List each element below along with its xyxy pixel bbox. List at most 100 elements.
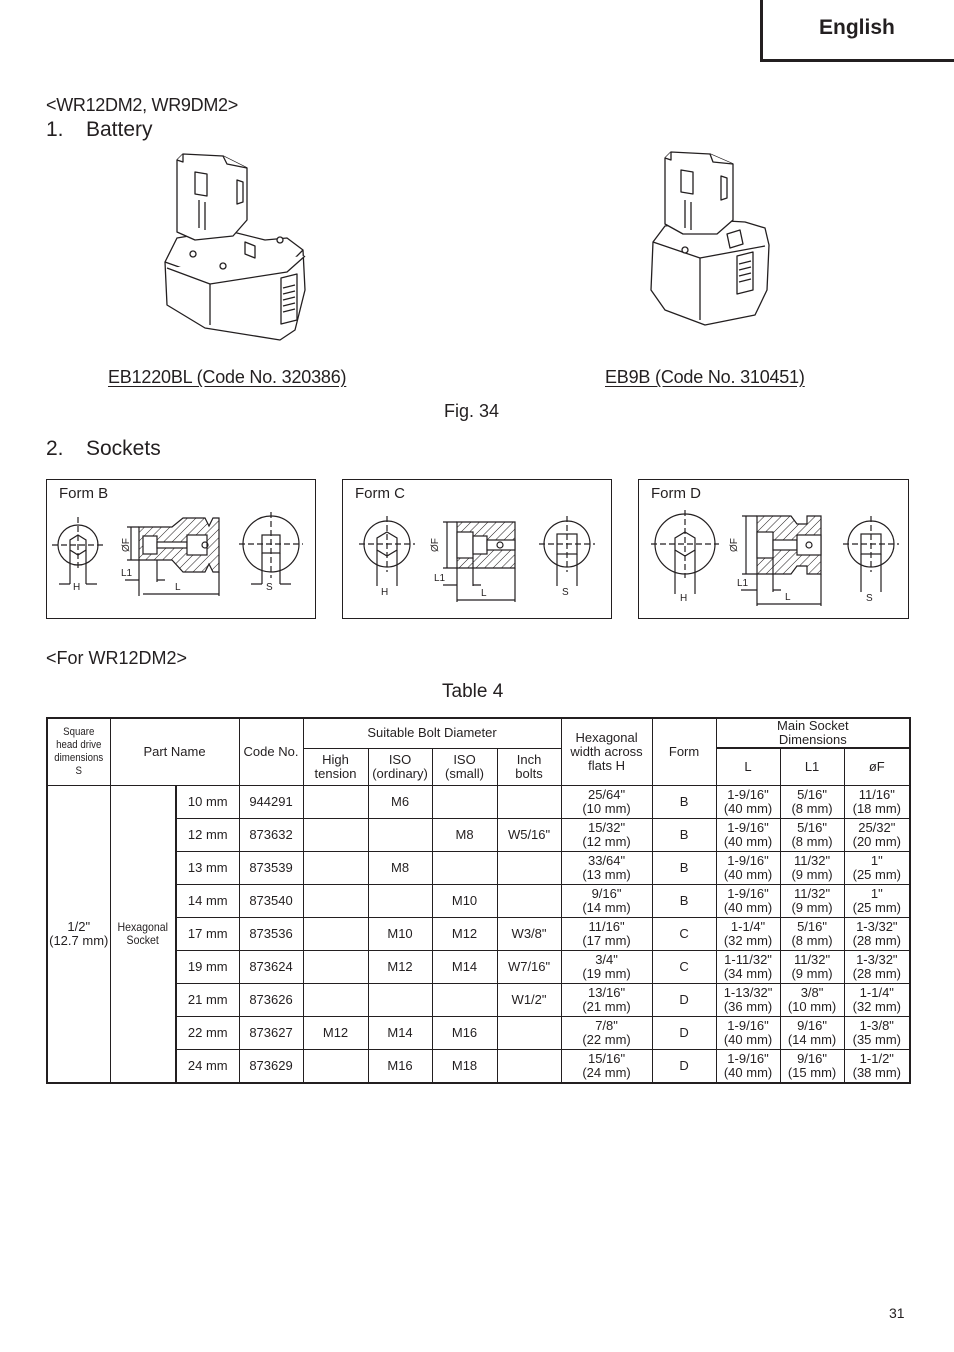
form: D — [651, 1048, 717, 1083]
dim-f: 1-1/4" (32 mm) — [843, 982, 911, 1017]
high-tension — [302, 817, 369, 852]
dim-label-l: L — [785, 592, 791, 603]
for-model-heading: <For WR12DM2> — [46, 648, 188, 668]
iso-small — [431, 850, 498, 885]
table-row: 1/2" (12.7 mm) Hexagonal Socket 10 mm 944291 M… — [46, 784, 911, 1083]
language-tab: English — [760, 0, 954, 62]
section-title: Battery — [86, 118, 153, 141]
inch-bolts: W3/8" — [496, 916, 562, 951]
hex-width: 33/64" (13 mm) — [560, 850, 653, 885]
socket-form-c-diagram: Form C H ØF L1 L S — [342, 479, 612, 619]
dim-l: 1-9/16" (40 mm) — [715, 883, 781, 918]
dim-label-l: L — [481, 588, 487, 599]
form: C — [651, 916, 717, 951]
page-number: 31 — [889, 1305, 905, 1321]
table-title: Table 4 — [442, 681, 504, 702]
hex-width: 3/4" (19 mm) — [560, 949, 653, 984]
socket-form-d-diagram: Form D H ØF L1 L S — [638, 479, 909, 619]
hex-width: 9/16" (14 mm) — [560, 883, 653, 918]
hex-width: 7/8" (22 mm) — [560, 1015, 653, 1050]
socket-size: 17 mm — [174, 916, 240, 951]
header-high-tension: High tension — [302, 747, 369, 786]
iso-ordinary: M12 — [367, 949, 433, 984]
socket-size: 14 mm — [174, 883, 240, 918]
battery-caption-eb9b: EB9B (Code No. 310451) — [605, 367, 805, 387]
dim-label-l1: L1 — [737, 578, 749, 589]
high-tension — [302, 916, 369, 951]
table-row: 13 mm 873539 M8 33/64" (13 mm) B 1-9/16" (40 mm… — [47, 850, 911, 885]
dim-label-h: H — [680, 593, 687, 604]
iso-ordinary: M8 — [367, 850, 433, 885]
dim-f: 1" (25 mm) — [843, 850, 911, 885]
header-form: Form — [651, 717, 717, 786]
dim-f: 1-3/32" (28 mm) — [843, 916, 911, 951]
code-no: 873627 — [238, 1015, 304, 1050]
inch-bolts — [496, 784, 562, 819]
hex-width: 15/16" (24 mm) — [560, 1048, 653, 1083]
dim-l1: 11/32" (9 mm) — [779, 850, 845, 885]
dim-f: 1-1/2" (38 mm) — [843, 1048, 911, 1083]
battery-eb1220bl-illustration — [164, 153, 306, 341]
iso-ordinary: M16 — [367, 1048, 433, 1083]
header-square-drive: Square head drive dimensions S — [46, 717, 111, 786]
form: C — [651, 949, 717, 984]
socket-spec-table: Square head drive dimensions S Part Name C… — [46, 717, 912, 1084]
inch-bolts — [496, 1015, 562, 1050]
header-suitable-bolt-diameter: Suitable Bolt Diameter — [302, 717, 562, 749]
square-drive-value: 1/2" (12.7 mm) — [46, 784, 111, 1083]
form: D — [651, 1015, 717, 1050]
header-part-name: Part Name — [109, 717, 240, 786]
dim-l1: 11/32" (9 mm) — [779, 883, 845, 918]
hex-width: 11/16" (17 mm) — [560, 916, 653, 951]
socket-form-d-drawing: H ØF L1 L S — [651, 510, 899, 606]
dim-l1: 9/16" (15 mm) — [779, 1048, 845, 1083]
socket-size: 13 mm — [174, 850, 240, 885]
dim-l1: 5/16" (8 mm) — [779, 784, 845, 819]
dim-l: 1-13/32" (36 mm) — [715, 982, 781, 1017]
table-row: 21 mm 873626 W1/2" 13/16" (21 mm) D 1-13/32" (3… — [47, 982, 911, 1017]
iso-ordinary — [367, 883, 433, 918]
header-main-socket-dimensions: Main Socket Dimensions — [715, 717, 911, 749]
socket-size: 22 mm — [174, 1015, 240, 1050]
dim-f: 1" (25 mm) — [843, 883, 911, 918]
header-l: L — [715, 747, 781, 786]
dim-label-h: H — [73, 582, 80, 593]
form: B — [651, 883, 717, 918]
battery-caption-eb1220bl: EB1220BL (Code No. 320386) — [108, 367, 347, 387]
section-sockets-heading: 2. Sockets — [46, 437, 161, 461]
socket-size: 21 mm — [174, 982, 240, 1017]
hex-width: 13/16" (21 mm) — [560, 982, 653, 1017]
section-battery-heading: 1. Battery — [46, 118, 153, 142]
iso-small: M8 — [431, 817, 498, 852]
socket-size: 12 mm — [174, 817, 240, 852]
table-row: 17 mm 873536 M10 M12 W3/8" 11/16" (17 mm) C 1-1/… — [47, 916, 911, 951]
header-inch-bolts: Inch bolts — [496, 747, 562, 786]
form: B — [651, 784, 717, 819]
iso-small: M16 — [431, 1015, 498, 1050]
code-no: 944291 — [238, 784, 304, 819]
code-no: 873632 — [238, 817, 304, 852]
dim-label-s: S — [562, 587, 569, 598]
dim-label-l1: L1 — [434, 573, 446, 584]
code-no: 873626 — [238, 982, 304, 1017]
dim-l: 1-9/16" (40 mm) — [715, 784, 781, 819]
code-no: 873629 — [238, 1048, 304, 1083]
header-iso-small: ISO (small) — [431, 747, 498, 786]
dim-l1: 9/16" (14 mm) — [779, 1015, 845, 1050]
dim-label-f: ØF — [121, 538, 132, 552]
dim-l: 1-11/32" (34 mm) — [715, 949, 781, 984]
form: B — [651, 850, 717, 885]
hex-width: 15/32" (12 mm) — [560, 817, 653, 852]
header-f: øF — [843, 747, 911, 786]
dim-l: 1-9/16" (40 mm) — [715, 817, 781, 852]
dim-f: 25/32" (20 mm) — [843, 817, 911, 852]
dim-f: 1-3/8" (35 mm) — [843, 1015, 911, 1050]
iso-small — [431, 982, 498, 1017]
section-title: Sockets — [86, 437, 161, 460]
dim-l: 1-9/16" (40 mm) — [715, 850, 781, 885]
socket-form-b-drawing: H ØF L1 L S — [52, 512, 303, 596]
section-number: 1. — [46, 118, 64, 141]
high-tension — [302, 850, 369, 885]
inch-bolts — [496, 1048, 562, 1083]
high-tension — [302, 1048, 369, 1083]
